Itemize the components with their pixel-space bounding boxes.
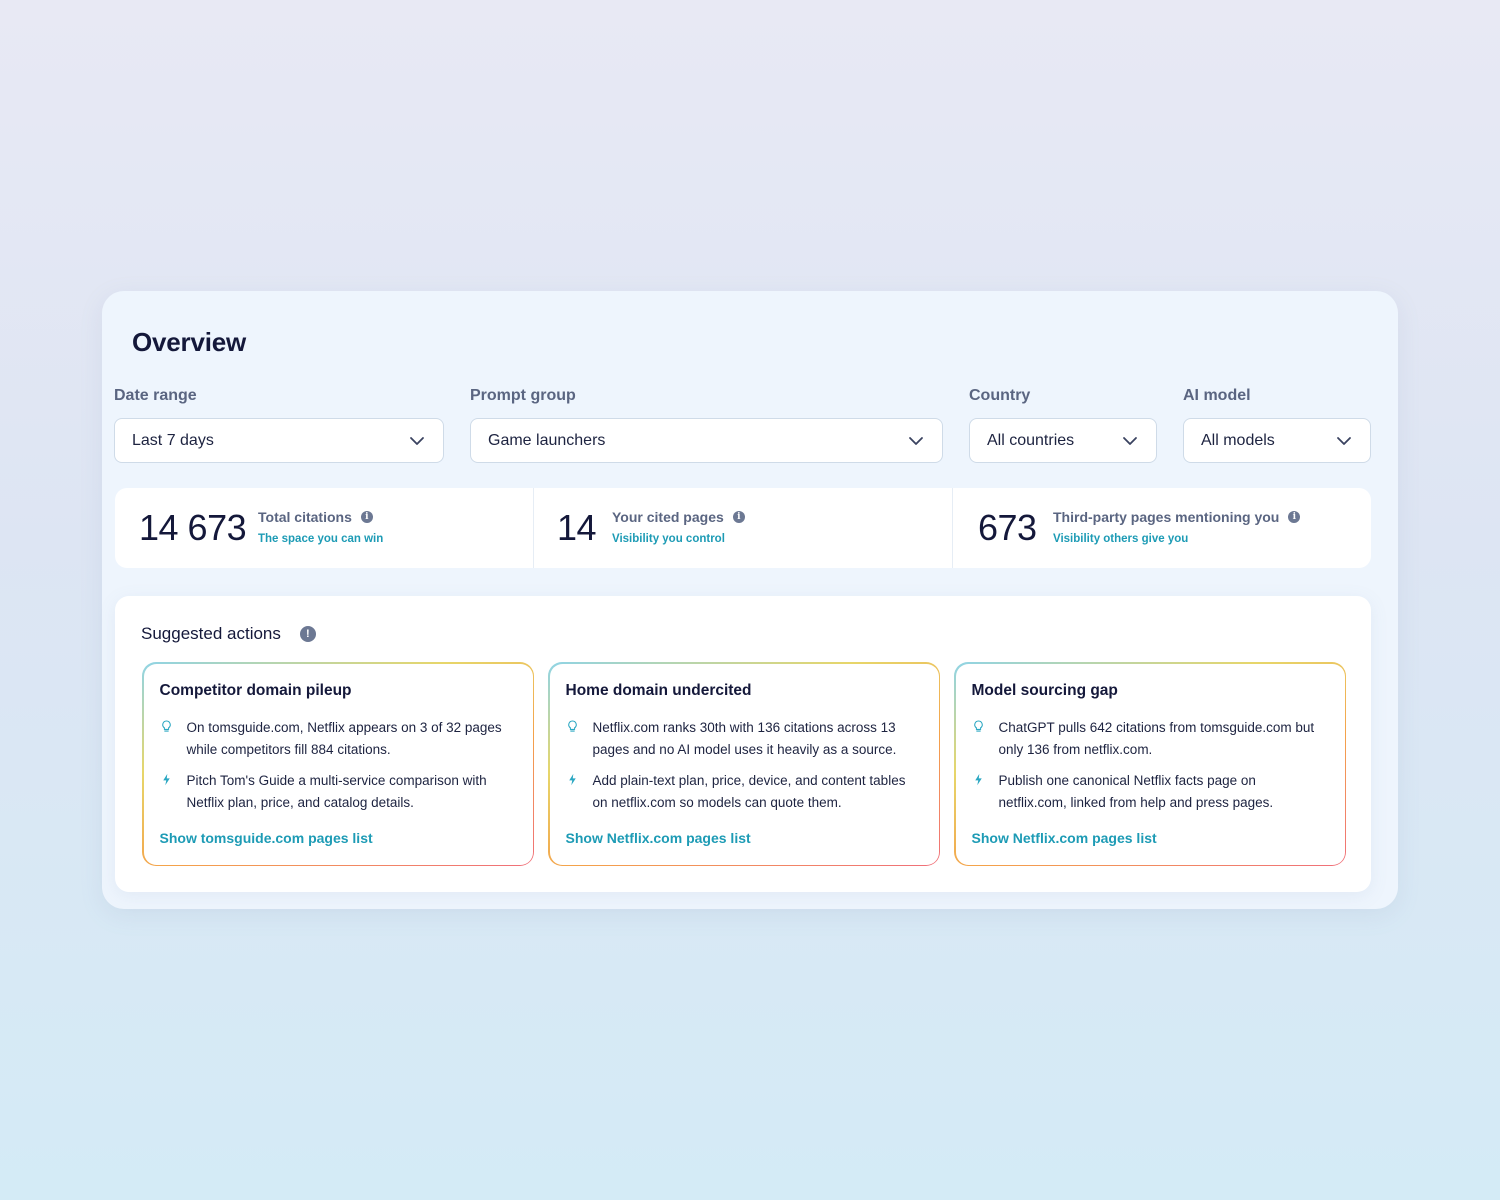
- stat-label-text: Total citations: [258, 509, 352, 525]
- show-pages-link[interactable]: Show Netflix.com pages list: [566, 830, 751, 846]
- suggested-actions-header: Suggested actions !: [141, 624, 316, 644]
- lightbulb-icon: [567, 719, 577, 732]
- info-icon[interactable]: !: [299, 626, 316, 642]
- info-icon[interactable]: i: [1288, 511, 1301, 523]
- card-title: Home domain undercited: [565, 681, 752, 699]
- stat-third-party-pages: 673 Third-party pages mentioning you i V…: [953, 488, 1371, 568]
- insight-text: Netflix.com ranks 30th with 136 citation…: [592, 719, 897, 757]
- card-title: Model sourcing gap: [971, 681, 1118, 699]
- chevron-down-icon: [410, 436, 424, 445]
- stat-total-citations: 14 673 Total citations i The space you c…: [115, 488, 534, 568]
- chevron-down-icon: [1337, 436, 1351, 445]
- section-title: Suggested actions: [141, 624, 281, 643]
- date-range-label: Date range: [114, 387, 197, 404]
- country-filter: Country All countries: [969, 387, 1157, 463]
- action-row: Publish one canonical Netflix facts page…: [972, 770, 1328, 814]
- date-range-value: Last 7 days: [132, 431, 214, 449]
- card-title: Competitor domain pileup: [159, 681, 352, 699]
- lightning-bolt-icon: [568, 773, 576, 785]
- stat-label-text: Third-party pages mentioning you: [1053, 509, 1280, 525]
- insight-row: ChatGPT pulls 642 citations from tomsgui…: [972, 717, 1328, 761]
- stat-subtitle: Visibility others give you: [1053, 533, 1189, 545]
- stat-cited-pages: 14 Your cited pages i Visibility you con…: [534, 488, 953, 568]
- action-text: Add plain-text plan, price, device, and …: [592, 772, 906, 810]
- country-label: Country: [969, 387, 1031, 404]
- chevron-down-icon: [1123, 436, 1137, 445]
- action-row: Pitch Tom's Guide a multi-service compar…: [160, 770, 516, 814]
- stats-bar: 14 673 Total citations i The space you c…: [115, 488, 1371, 568]
- stat-label: Third-party pages mentioning you i: [1053, 509, 1301, 525]
- prompt-group-select[interactable]: Game launchers: [470, 418, 943, 463]
- action-card: Home domain undercited Netflix.com ranks…: [548, 662, 940, 866]
- stat-label-text: Your cited pages: [612, 509, 724, 525]
- insight-text: On tomsguide.com, Netflix appears on 3 o…: [186, 719, 502, 757]
- ai-model-label: AI model: [1183, 387, 1251, 404]
- lightbulb-icon: [161, 719, 171, 732]
- stat-value: 14: [557, 507, 597, 548]
- ai-model-filter: AI model All models: [1183, 387, 1371, 463]
- suggested-actions-section: Suggested actions ! Competitor domain pi…: [115, 596, 1371, 892]
- prompt-group-filter: Prompt group Game launchers: [470, 387, 943, 463]
- country-value: All countries: [987, 431, 1075, 449]
- date-range-select[interactable]: Last 7 days: [114, 418, 444, 463]
- stat-label: Your cited pages i: [612, 509, 745, 525]
- lightning-bolt-icon: [974, 773, 982, 785]
- insight-text: ChatGPT pulls 642 citations from tomsgui…: [998, 719, 1315, 757]
- insight-row: Netflix.com ranks 30th with 136 citation…: [566, 717, 922, 761]
- action-text: Pitch Tom's Guide a multi-service compar…: [186, 772, 487, 810]
- action-card: Model sourcing gap ChatGPT pulls 642 cit…: [954, 662, 1346, 866]
- stat-value: 14 673: [139, 507, 247, 548]
- overview-panel: Overview Date range Last 7 days Prompt g…: [102, 291, 1398, 909]
- show-pages-link[interactable]: Show tomsguide.com pages list: [160, 830, 373, 846]
- show-pages-link[interactable]: Show Netflix.com pages list: [972, 830, 1157, 846]
- stat-subtitle: Visibility you control: [612, 533, 725, 545]
- chevron-down-icon: [909, 436, 923, 445]
- stat-label: Total citations i: [258, 509, 373, 525]
- prompt-group-label: Prompt group: [470, 387, 576, 404]
- lightbulb-icon: [973, 719, 983, 732]
- action-text: Publish one canonical Netflix facts page…: [998, 772, 1274, 810]
- prompt-group-value: Game launchers: [488, 431, 606, 449]
- action-row: Add plain-text plan, price, device, and …: [566, 770, 922, 814]
- country-select[interactable]: All countries: [969, 418, 1157, 463]
- ai-model-value: All models: [1201, 431, 1275, 449]
- action-card: Competitor domain pileup On tomsguide.co…: [142, 662, 534, 866]
- stat-subtitle: The space you can win: [258, 533, 384, 545]
- info-icon[interactable]: i: [732, 511, 745, 523]
- lightning-bolt-icon: [162, 773, 170, 785]
- stat-value: 673: [978, 507, 1037, 548]
- info-icon[interactable]: i: [360, 511, 373, 523]
- ai-model-select[interactable]: All models: [1183, 418, 1371, 463]
- date-range-filter: Date range Last 7 days: [114, 387, 444, 463]
- insight-row: On tomsguide.com, Netflix appears on 3 o…: [160, 717, 516, 761]
- page-title: Overview: [132, 327, 247, 357]
